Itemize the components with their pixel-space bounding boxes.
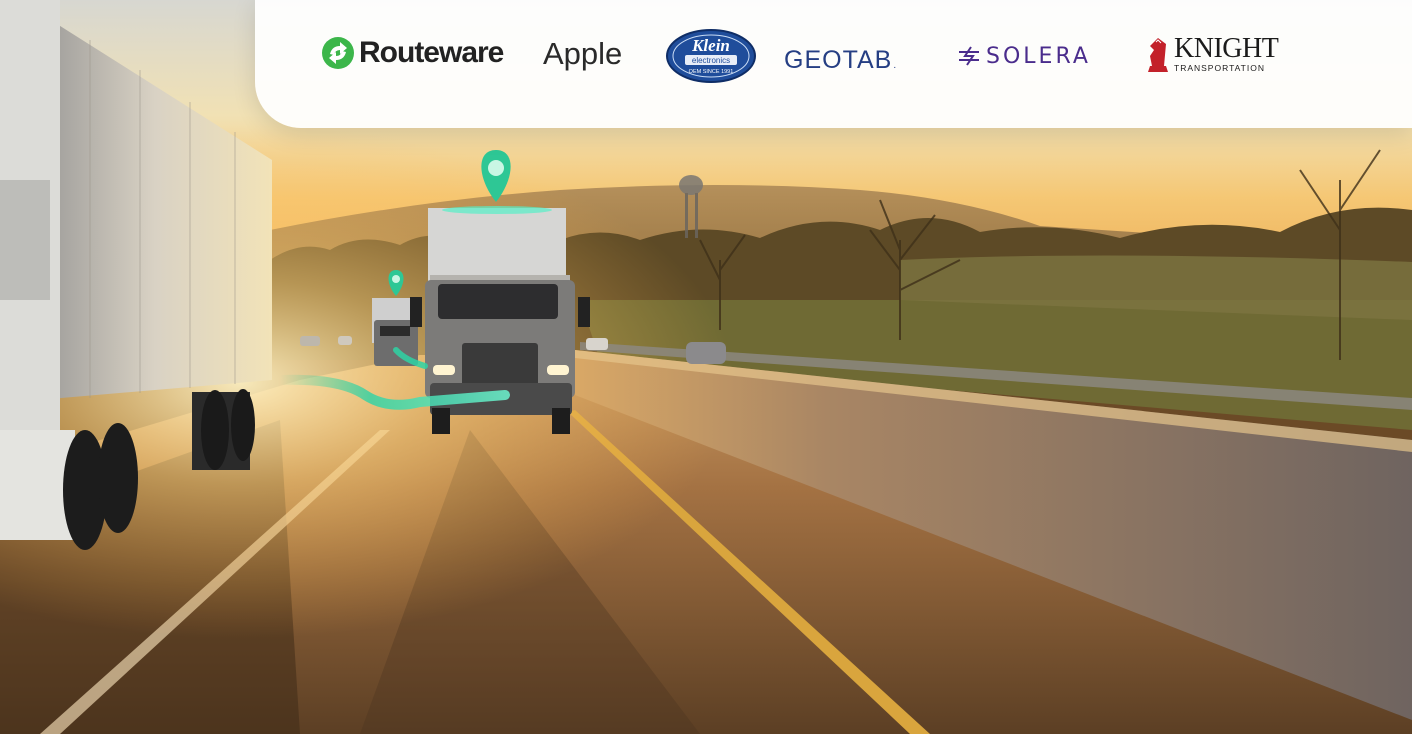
klein-wordmark: Klein: [691, 36, 730, 55]
routeware-wordmark: Routeware: [359, 36, 504, 69]
klein-tagline: OEM SINCE 1991: [689, 69, 734, 75]
routeware-mark-icon: [322, 37, 354, 69]
solera-wordmark: SOLERA: [986, 43, 1091, 69]
apple-logo[interactable]: Apple: [543, 36, 622, 72]
klein-electronics-logo[interactable]: Klein electronics OEM SINCE 1991: [665, 28, 757, 84]
knight-subtitle: TRANSPORTATION: [1174, 63, 1265, 73]
knight-wordmark: KNIGHT: [1174, 33, 1279, 64]
routeware-logo[interactable]: Routeware: [321, 34, 504, 72]
klein-badge-icon: Klein electronics OEM SINCE 1991: [666, 29, 756, 83]
klein-line2: electronics: [692, 56, 730, 65]
geotab-logo[interactable]: GEOTAB .: [784, 44, 896, 76]
solera-mark-icon: [959, 46, 979, 66]
solera-logo[interactable]: SOLERA: [958, 42, 1091, 70]
geotab-registered-mark: .: [893, 59, 897, 71]
knight-transportation-logo[interactable]: KNIGHT TRANSPORTATION: [1144, 33, 1279, 76]
apple-wordmark: Apple: [543, 36, 623, 71]
partner-logo-bar: Routeware Apple Klein electronics OEM SI…: [255, 0, 1412, 128]
geotab-wordmark: GEOTAB: [784, 45, 893, 74]
knight-chess-piece-icon: [1148, 38, 1168, 72]
